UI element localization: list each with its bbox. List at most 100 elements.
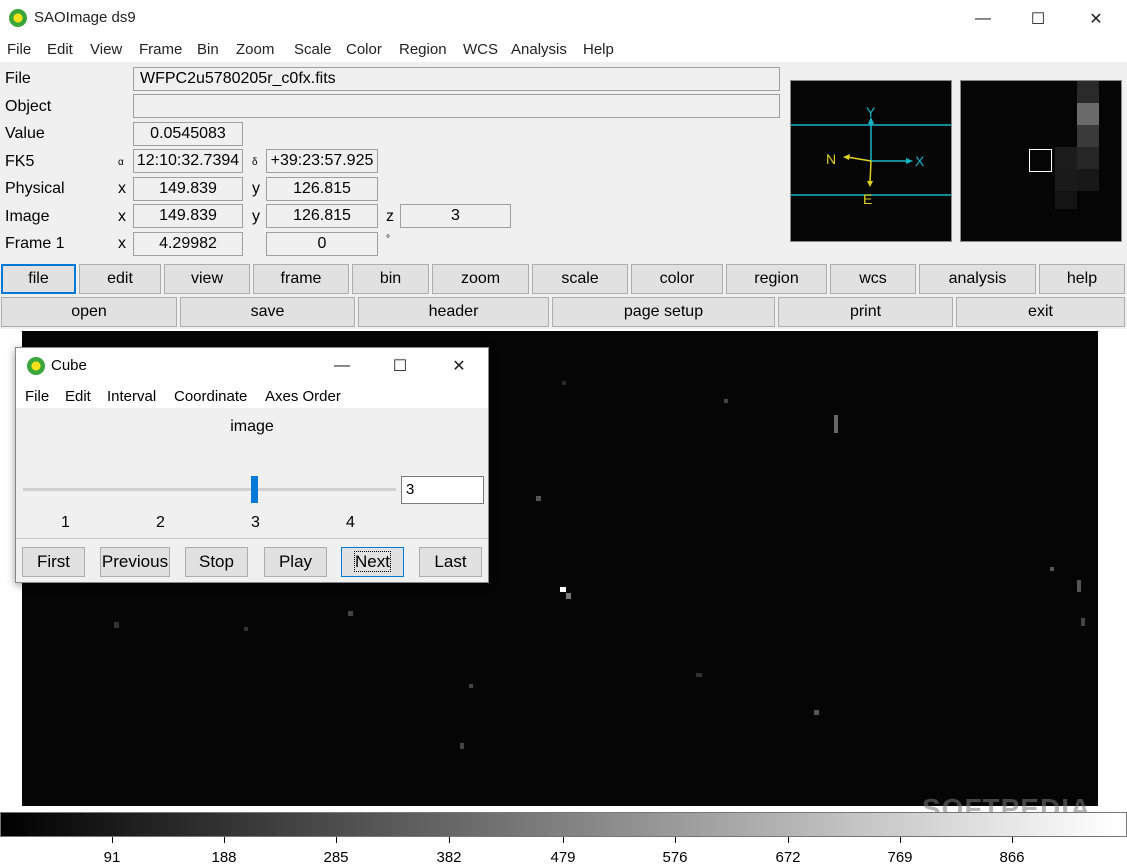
menu-color[interactable]: Color [346, 41, 382, 58]
image-x: 149.839 [133, 204, 243, 228]
button-save[interactable]: save [180, 297, 355, 327]
colorbar[interactable] [0, 812, 1127, 837]
star-streak [834, 415, 838, 433]
cube-slider-thumb[interactable] [251, 476, 258, 503]
image-y: 126.815 [266, 204, 378, 228]
star-dot [814, 710, 819, 715]
cube-menu-axes-order[interactable]: Axes Order [265, 388, 341, 405]
menu-view[interactable]: View [90, 41, 122, 58]
cube-maximize-button[interactable]: ☐ [377, 348, 423, 384]
cube-menu-edit[interactable]: Edit [65, 388, 91, 405]
file-value: WFPC2u5780205r_c0fx.fits [133, 67, 780, 91]
button-print[interactable]: print [778, 297, 953, 327]
menu-zoom[interactable]: Zoom [236, 41, 274, 58]
button-scale[interactable]: scale [532, 264, 628, 294]
menu-edit[interactable]: Edit [47, 41, 73, 58]
star-dot [536, 496, 541, 501]
ds9-app-icon [9, 9, 27, 27]
cube-window-title: Cube [51, 357, 87, 374]
colorbar-tick: 866 [999, 849, 1025, 866]
menu-region[interactable]: Region [399, 41, 447, 58]
button-exit[interactable]: exit [956, 297, 1125, 327]
physical-y: 126.815 [266, 177, 378, 201]
star-dot [469, 684, 473, 688]
slider-tick-label: 3 [251, 514, 260, 531]
star-dot [1081, 618, 1085, 626]
menu-help[interactable]: Help [583, 41, 614, 58]
panner[interactable]: Y X N E [790, 80, 952, 242]
cube-menu-coordinate[interactable]: Coordinate [174, 388, 247, 405]
image-y-label: y [252, 208, 260, 225]
cube-slice-entry[interactable]: 3 [401, 476, 484, 504]
frame-label: Frame 1 [5, 235, 65, 252]
maximize-button[interactable]: ☐ [1015, 0, 1061, 38]
colorbar-tick: 479 [550, 849, 576, 866]
image-z: 3 [400, 204, 511, 228]
fk5-label: FK5 [5, 153, 35, 170]
cube-dialog: Cube — ☐ ✕ File Edit Interval Coordinate… [15, 347, 489, 583]
cube-stop-button[interactable]: Stop [185, 547, 248, 577]
window-title: SAOImage ds9 [34, 9, 136, 26]
cube-next-button[interactable]: Next [341, 547, 404, 577]
button-frame[interactable]: frame [253, 264, 349, 294]
close-icon: ✕ [1089, 11, 1103, 28]
slider-tick-label: 1 [61, 514, 70, 531]
star-dot [348, 611, 353, 616]
button-color[interactable]: color [631, 264, 723, 294]
star-dot [562, 381, 566, 385]
star-dot [460, 743, 464, 749]
close-button[interactable]: ✕ [1073, 0, 1119, 38]
cube-last-button[interactable]: Last [419, 547, 482, 577]
button-zoom[interactable]: zoom [432, 264, 529, 294]
button-analysis[interactable]: analysis [919, 264, 1036, 294]
cube-menu-bar: File Edit Interval Coordinate Axes Order [16, 384, 488, 408]
fk5-ra: 12:10:32.7394 [133, 149, 243, 173]
cube-minimize-button[interactable]: — [319, 348, 365, 384]
button-header[interactable]: header [358, 297, 549, 327]
slider-tick-label: 2 [156, 514, 165, 531]
menu-frame[interactable]: Frame [139, 41, 182, 58]
cube-close-button[interactable]: ✕ [436, 348, 482, 384]
colorbar-tick: 285 [323, 849, 349, 866]
cube-play-button[interactable]: Play [264, 547, 327, 577]
cube-menu-interval[interactable]: Interval [107, 388, 156, 405]
title-bar: SAOImage ds9 — ☐ ✕ [0, 0, 1127, 38]
star-dot [244, 627, 248, 631]
star-dot [1077, 580, 1081, 592]
menu-scale[interactable]: Scale [294, 41, 332, 58]
degree-symbol: ° [386, 234, 390, 245]
button-region[interactable]: region [726, 264, 827, 294]
menu-wcs[interactable]: WCS [463, 41, 498, 58]
pixel-value: 0.0545083 [133, 122, 243, 146]
panner-x-label: X [915, 153, 925, 169]
cube-first-button[interactable]: First [22, 547, 85, 577]
minimize-button[interactable]: — [960, 0, 1006, 38]
menu-analysis[interactable]: Analysis [511, 41, 567, 58]
cube-next-label: Next [354, 551, 391, 572]
menu-file[interactable]: File [7, 41, 31, 58]
file-label: File [5, 70, 31, 87]
button-bin[interactable]: bin [352, 264, 429, 294]
cube-previous-button[interactable]: Previous [100, 547, 170, 577]
button-page-setup[interactable]: page setup [552, 297, 775, 327]
image-label: Image [5, 208, 50, 225]
minimize-icon: — [975, 10, 991, 27]
panner-east-label: E [863, 191, 873, 207]
button-file[interactable]: file [1, 264, 76, 294]
physical-y-label: y [252, 180, 260, 197]
physical-x-label: x [118, 180, 126, 197]
magnifier-cursor-box [1029, 149, 1052, 172]
button-help[interactable]: help [1039, 264, 1125, 294]
frame-zoom: 4.29982 [133, 232, 243, 256]
button-edit[interactable]: edit [79, 264, 161, 294]
button-wcs[interactable]: wcs [830, 264, 916, 294]
slider-tick-label: 4 [346, 514, 355, 531]
menu-bin[interactable]: Bin [197, 41, 219, 58]
button-open[interactable]: open [1, 297, 177, 327]
cube-slider-track[interactable] [23, 488, 396, 491]
panner-y-label: Y [866, 104, 876, 120]
cube-menu-file[interactable]: File [25, 388, 49, 405]
alpha-symbol: α [118, 157, 124, 168]
button-view[interactable]: view [164, 264, 250, 294]
maximize-icon: ☐ [1030, 11, 1046, 28]
